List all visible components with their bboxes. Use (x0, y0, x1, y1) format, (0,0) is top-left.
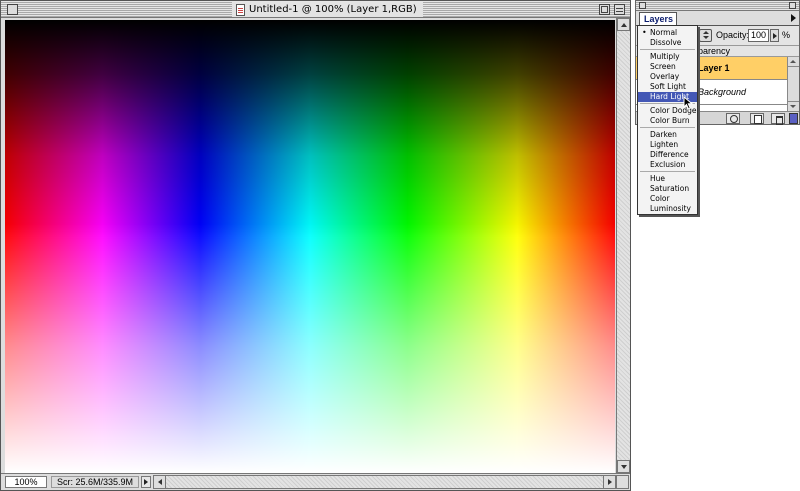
menu-item-label: Difference (650, 150, 689, 159)
menu-separator (640, 127, 695, 128)
menu-item-soft-light[interactable]: Soft Light (638, 82, 697, 92)
document-title: Untitled-1 @ 100% (Layer 1,RGB) (249, 4, 417, 15)
scroll-right-arrow-icon[interactable] (603, 475, 616, 489)
canvas-black-gradient (5, 20, 615, 473)
palette-resize-corner[interactable] (789, 113, 798, 124)
menu-separator (640, 171, 695, 172)
document-window: Untitled-1 @ 100% (Layer 1,RGB) 100% Scr… (0, 0, 631, 491)
menu-item-label: Color Burn (650, 116, 690, 125)
menu-item-label: Exclusion (650, 160, 686, 169)
add-mask-button[interactable] (726, 113, 740, 124)
horizontal-scrollbar[interactable] (153, 475, 616, 489)
layer-name: Layer 1 (698, 63, 730, 73)
menu-item-label: Multiply (650, 52, 680, 61)
menu-item-label: Hue (650, 174, 666, 183)
resize-grow-box[interactable] (616, 475, 629, 489)
preserve-transparency-label: parency (698, 46, 731, 56)
palette-menu-arrow-icon[interactable] (791, 14, 796, 22)
zoom-level-field[interactable]: 100% (5, 476, 47, 488)
trash-icon[interactable] (771, 113, 785, 125)
menu-item-color-burn[interactable]: Color Burn (638, 116, 697, 126)
collapse-box[interactable] (614, 4, 625, 15)
blend-mode-menu: • Normal Dissolve Multiply Screen Overlay Soft… (637, 25, 698, 215)
menu-item-dissolve[interactable]: Dissolve (638, 38, 697, 48)
menu-item-label: Darken (650, 130, 677, 139)
palette-close-box[interactable] (639, 2, 646, 9)
status-bar: 100% Scr: 25.6M/335.9M (1, 473, 630, 490)
menu-item-darken[interactable]: Darken (638, 130, 697, 140)
menu-item-label: Soft Light (650, 82, 686, 91)
document-titlebar[interactable]: Untitled-1 @ 100% (Layer 1,RGB) (1, 1, 630, 18)
checkmark-icon: • (642, 28, 647, 37)
layer-name: Background (698, 87, 747, 97)
status-menu-arrow-icon[interactable] (141, 476, 151, 488)
menu-item-label: Dissolve (650, 38, 682, 47)
menu-separator (640, 49, 695, 50)
opacity-label: Opacity: (716, 30, 750, 40)
arrow-cursor-icon (683, 96, 694, 110)
menu-item-label: Lighten (650, 140, 679, 149)
tab-layers[interactable]: Layers (639, 12, 677, 25)
document-icon (236, 3, 245, 16)
menu-item-difference[interactable]: Difference (638, 150, 697, 160)
scratch-size-display: Scr: 25.6M/335.9M (51, 476, 139, 488)
palette-titlebar[interactable] (636, 1, 799, 11)
opacity-unit: % (782, 30, 791, 40)
menu-item-label: Normal (650, 28, 678, 37)
layers-scrollbar[interactable] (787, 57, 799, 111)
close-box[interactable] (7, 4, 18, 15)
opacity-input[interactable]: 100 (748, 29, 769, 42)
scroll-up-arrow-icon[interactable] (617, 18, 630, 31)
menu-item-multiply[interactable]: Multiply (638, 52, 697, 62)
menu-item-exclusion[interactable]: Exclusion (638, 160, 697, 170)
scroll-up-arrow-icon[interactable] (788, 57, 799, 67)
menu-item-normal[interactable]: • Normal (638, 28, 697, 38)
scroll-left-arrow-icon[interactable] (153, 475, 166, 489)
image-canvas[interactable] (5, 20, 615, 473)
document-title-group: Untitled-1 @ 100% (Layer 1,RGB) (232, 2, 423, 17)
new-layer-button[interactable] (750, 113, 764, 124)
menu-item-label: Luminosity (650, 204, 691, 213)
vertical-scrollbar[interactable] (616, 18, 630, 473)
menu-item-label: Overlay (650, 72, 680, 81)
zoom-box[interactable] (599, 4, 610, 15)
menu-item-luminosity[interactable]: Luminosity (638, 204, 697, 214)
menu-item-label: Saturation (650, 184, 690, 193)
menu-item-screen[interactable]: Screen (638, 62, 697, 72)
menu-item-hue[interactable]: Hue (638, 174, 697, 184)
menu-item-overlay[interactable]: Overlay (638, 72, 697, 82)
scroll-down-arrow-icon[interactable] (617, 460, 630, 473)
palette-collapse-box[interactable] (789, 2, 796, 9)
opacity-slider-arrow-icon[interactable] (770, 29, 779, 42)
menu-item-label: Screen (650, 62, 676, 71)
menu-item-lighten[interactable]: Lighten (638, 140, 697, 150)
blend-mode-select-arrows-icon[interactable] (699, 29, 712, 42)
menu-item-label: Color (650, 194, 670, 203)
scroll-down-arrow-icon[interactable] (788, 101, 799, 111)
menu-item-color[interactable]: Color (638, 194, 697, 204)
menu-item-saturation[interactable]: Saturation (638, 184, 697, 194)
